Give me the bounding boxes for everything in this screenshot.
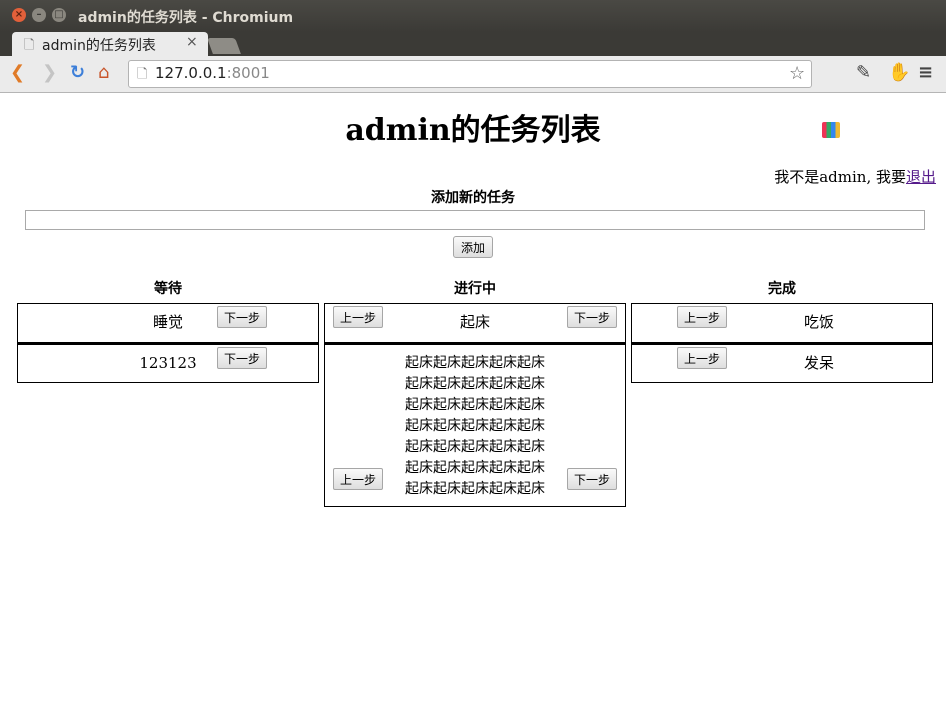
add-task-heading: 添加新的任务 (431, 190, 515, 206)
page-icon: 🗋 (24, 38, 35, 53)
column-waiting: 等待 睡觉 下一步 123123 下一步 (17, 278, 319, 383)
task-text: 发呆 (803, 354, 834, 372)
page-info-icon[interactable]: 🗋 (137, 65, 147, 87)
tab-close-icon[interactable]: × (186, 34, 198, 50)
window-title: admin的任务列表 - Chromium (78, 10, 294, 26)
task-card: 起床起床起床起床起床起床起床起床起床起床起床起床起床起床起床起床起床起床起床起床… (324, 343, 626, 507)
browser-tab-active[interactable]: 🗋 admin的任务列表 × (12, 32, 208, 56)
url-port: :8001 (226, 64, 270, 82)
next-step-button[interactable]: 下一步 (566, 306, 617, 328)
browser-tab-title: admin的任务列表 (42, 38, 156, 54)
tab-strip: 🗋 admin的任务列表 × (0, 32, 946, 56)
prev-step-button[interactable]: 上一步 (333, 468, 384, 490)
task-card: 上一步 发呆 (631, 343, 933, 383)
page-content: admin的任务列表 我不是admin, 我要退出 添加新的任务 添加 等待 睡… (6, 93, 940, 724)
column-heading-in-progress: 进行中 (454, 281, 496, 297)
extension-pen-icon[interactable]: ✎ (856, 62, 871, 84)
reload-icon[interactable]: ↻ (70, 62, 85, 84)
window-close-icon[interactable]: × (12, 8, 26, 22)
add-task-button[interactable]: 添加 (453, 236, 494, 258)
new-tab-button[interactable] (207, 38, 241, 54)
browser-menu-icon[interactable]: ≡ (918, 62, 933, 84)
column-heading-done: 完成 (768, 281, 796, 297)
window-maximize-icon[interactable]: □ (52, 8, 66, 22)
bookmark-star-icon[interactable]: ☆ (789, 63, 805, 84)
task-text: 起床 (459, 313, 490, 331)
url-text: 127.0.0.1:8001 (155, 64, 270, 82)
column-heading-waiting: 等待 (154, 281, 182, 297)
back-icon[interactable]: ❮ (10, 62, 25, 84)
window-titlebar: × – □ admin的任务列表 - Chromium (0, 0, 946, 32)
task-card: 睡觉 下一步 (17, 303, 319, 343)
extension-hand-icon[interactable]: ✋ (888, 62, 910, 84)
user-line-text: 我不是admin, 我要 (774, 168, 906, 186)
page-title: admin的任务列表 (345, 113, 601, 148)
task-card: 上一步 起床 下一步 (324, 303, 626, 343)
home-icon[interactable]: ⌂ (98, 62, 109, 84)
browser-toolbar: ❮ ❯ ↻ ⌂ 🗋 127.0.0.1:8001 ☆ ✎ ✋ ≡ (0, 56, 946, 138)
task-text: 起床起床起床起床起床起床起床起床起床起床起床起床起床起床起床起床起床起床起床起床… (405, 355, 545, 497)
prev-step-button[interactable]: 上一步 (677, 347, 728, 369)
logout-link[interactable]: 退出 (906, 168, 936, 186)
next-step-button[interactable]: 下一步 (566, 468, 617, 490)
column-in-progress: 进行中 上一步 起床 下一步 起床起床起床起床起床起床起床起床起床起床起床起床起… (324, 278, 626, 507)
user-line: 我不是admin, 我要退出 (774, 166, 936, 187)
new-task-input[interactable] (25, 210, 925, 230)
window-minimize-icon[interactable]: – (32, 8, 46, 22)
forward-icon[interactable]: ❯ (42, 62, 57, 84)
next-step-button[interactable]: 下一步 (217, 347, 268, 369)
task-text: 吃饭 (803, 313, 834, 331)
task-card: 上一步 吃饭 (631, 303, 933, 343)
column-done: 完成 上一步 吃饭 上一步 发呆 (631, 278, 933, 383)
task-card: 123123 下一步 (17, 343, 319, 383)
prev-step-button[interactable]: 上一步 (677, 306, 728, 328)
prev-step-button[interactable]: 上一步 (333, 306, 384, 328)
address-bar[interactable]: 🗋 127.0.0.1:8001 ☆ (128, 60, 812, 88)
next-step-button[interactable]: 下一步 (217, 306, 268, 328)
